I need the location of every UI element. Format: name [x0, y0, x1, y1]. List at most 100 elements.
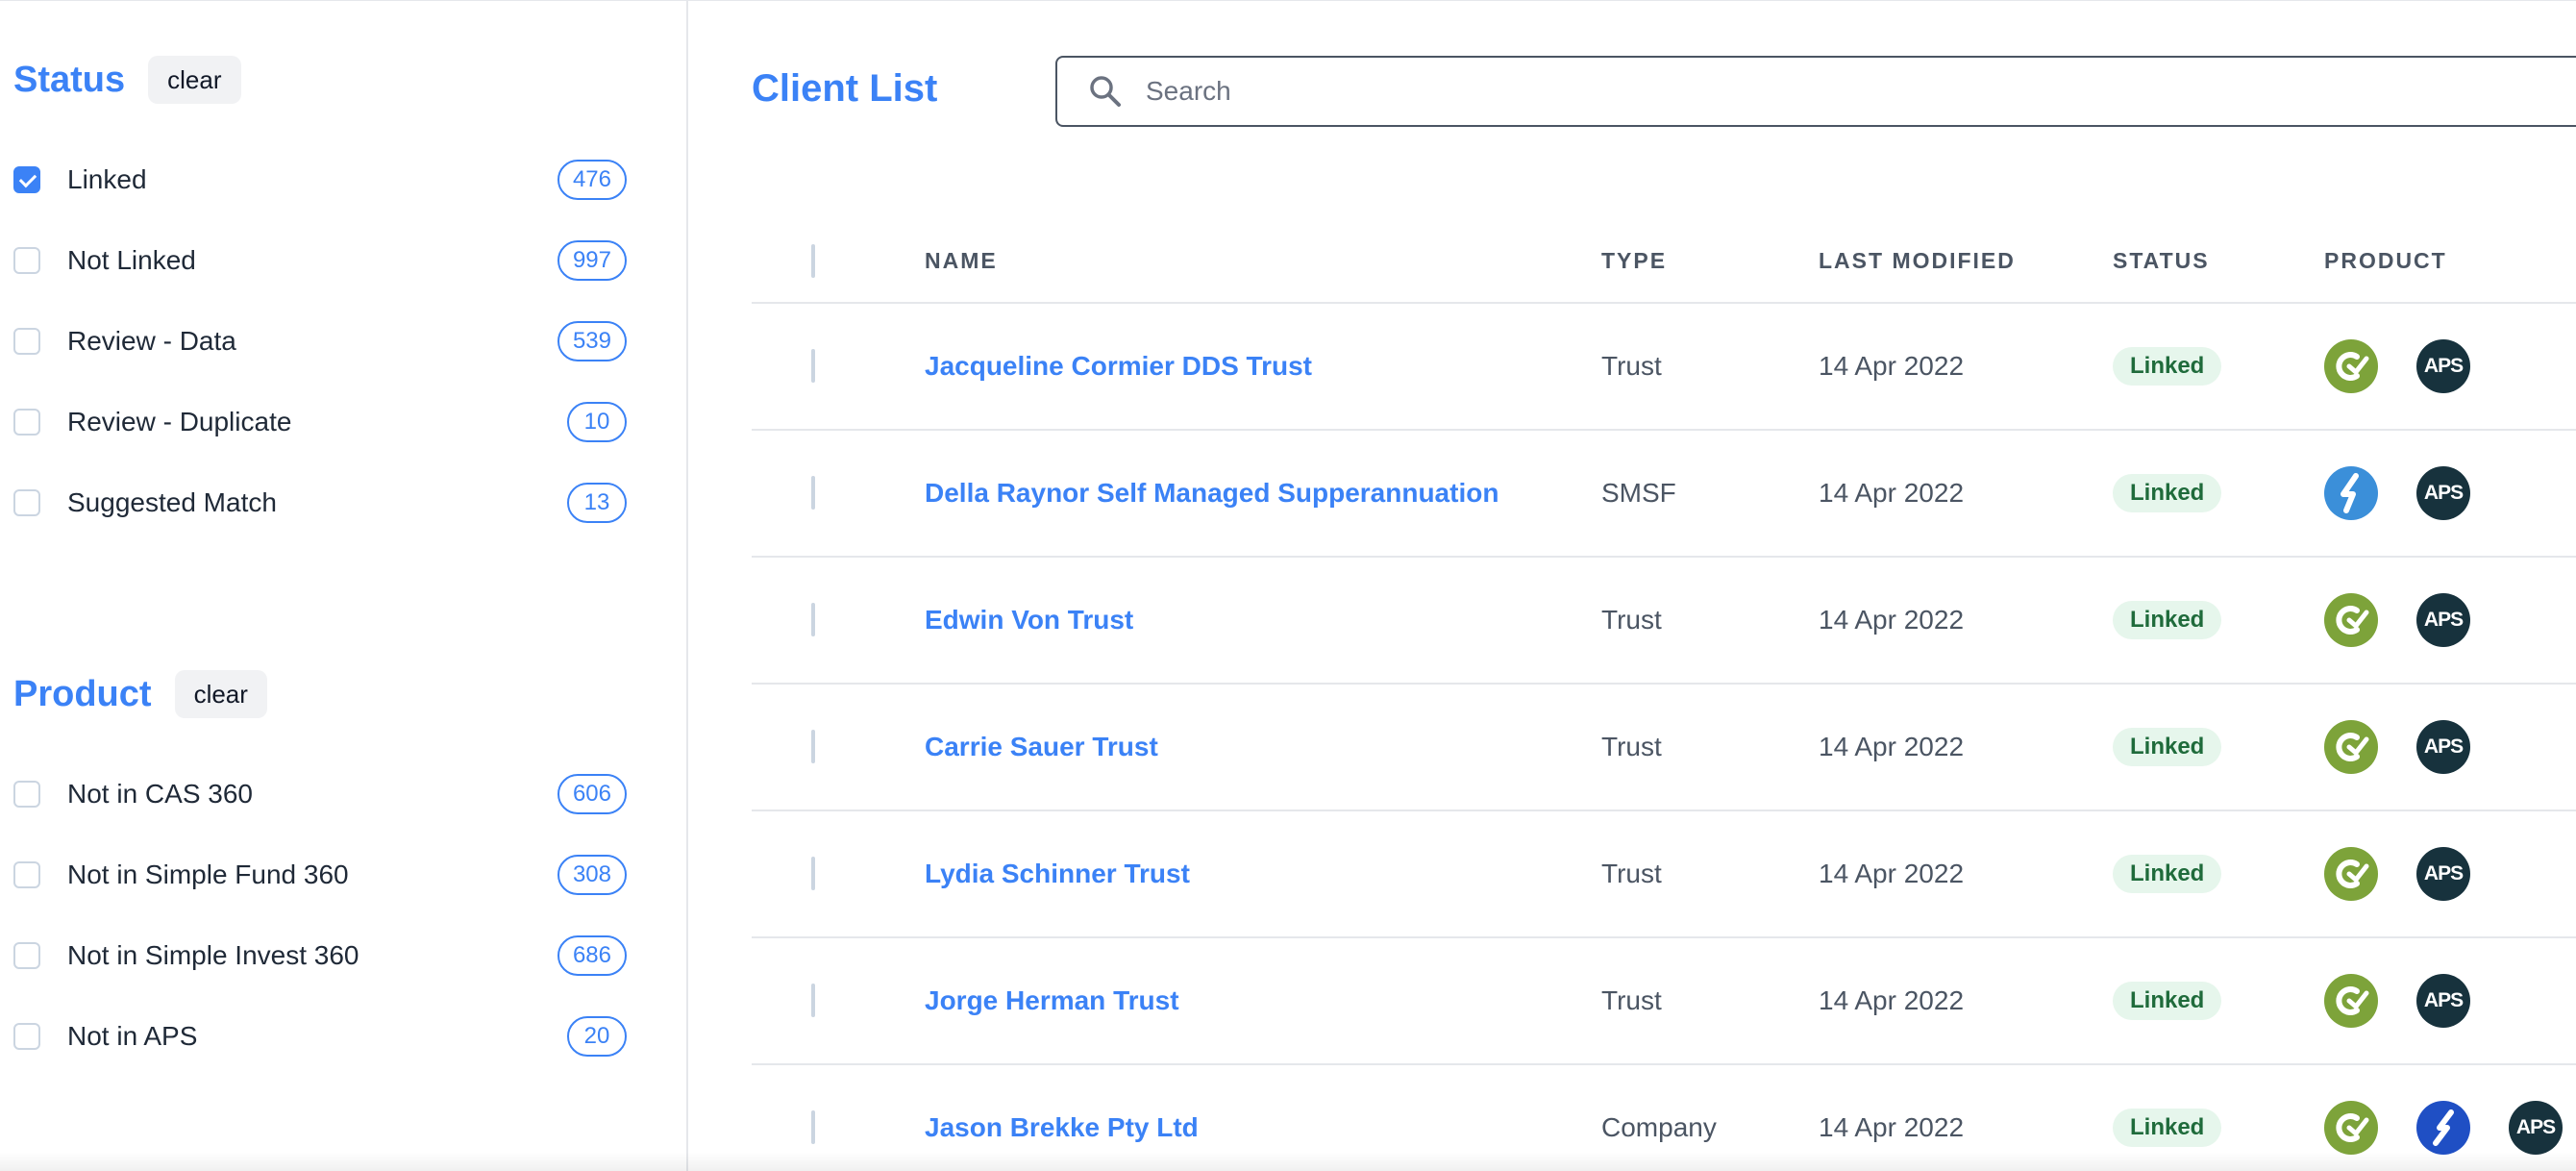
- checkbox-box: [811, 857, 815, 890]
- filter-checkbox[interactable]: [13, 247, 40, 274]
- last-modified-date: 14 Apr 2022: [1819, 732, 1965, 761]
- column-header-last-modified[interactable]: LAST MODIFIED: [1819, 248, 2016, 274]
- filter-option[interactable]: Review - Data 539: [13, 317, 627, 365]
- filter-checkbox[interactable]: [13, 328, 40, 355]
- status-filter-title: Status: [13, 59, 126, 100]
- search-icon: [1090, 76, 1121, 107]
- filter-option[interactable]: Linked 476: [13, 156, 627, 204]
- client-name-link[interactable]: Lydia Schinner Trust: [925, 859, 1190, 889]
- client-type: Company: [1601, 1112, 1717, 1142]
- client-name-link[interactable]: Carrie Sauer Trust: [925, 732, 1158, 762]
- cas-360-icon: [2324, 974, 2378, 1028]
- main-content: Client List NAME TYPE LAST MODIFIED STAT…: [688, 0, 2576, 1171]
- checkbox-box: [811, 349, 815, 383]
- select-all-checkbox[interactable]: [811, 244, 815, 278]
- filter-count-badge: 476: [557, 160, 627, 200]
- filter-checkbox[interactable]: [13, 166, 40, 193]
- filter-count-badge: 10: [567, 402, 627, 442]
- filter-option[interactable]: Suggested Match 13: [13, 479, 627, 527]
- table-header: NAME TYPE LAST MODIFIED STATUS PRODUCT: [752, 221, 2576, 304]
- app: Status clear Linked 476 Not Linked 997 Revie…: [0, 0, 2576, 1171]
- filter-checkbox[interactable]: [13, 781, 40, 808]
- product-icons: APS: [2324, 974, 2470, 1028]
- row-checkbox[interactable]: [811, 857, 815, 890]
- last-modified-date: 14 Apr 2022: [1819, 859, 1965, 888]
- filter-label: Review - Data: [67, 326, 236, 356]
- client-name-link[interactable]: Jorge Herman Trust: [925, 985, 1179, 1016]
- column-header-name[interactable]: NAME: [925, 248, 998, 274]
- filter-option[interactable]: Not in APS 20: [13, 1012, 627, 1060]
- product-clear-button[interactable]: clear: [174, 670, 267, 718]
- client-type: Trust: [1601, 605, 1662, 635]
- last-modified-date: 14 Apr 2022: [1819, 605, 1965, 635]
- filter-count-badge: 13: [567, 483, 627, 523]
- client-table: NAME TYPE LAST MODIFIED STATUS PRODUCT J…: [752, 221, 2576, 1171]
- table-row[interactable]: Lydia Schinner Trust Trust 14 Apr 2022 Link…: [752, 811, 2576, 938]
- bottom-scroll-shadow: [0, 1152, 2576, 1171]
- checkbox-box: [811, 476, 815, 510]
- status-badge: Linked: [2113, 601, 2222, 639]
- status-badge: Linked: [2113, 347, 2222, 386]
- column-header-type[interactable]: TYPE: [1601, 248, 1667, 274]
- filter-checkbox[interactable]: [13, 942, 40, 969]
- column-header-product[interactable]: PRODUCT: [2324, 248, 2447, 274]
- row-checkbox[interactable]: [811, 603, 815, 636]
- table-row[interactable]: Jacqueline Cormier DDS Trust Trust 14 Apr …: [752, 304, 2576, 431]
- row-checkbox[interactable]: [811, 349, 815, 383]
- client-name-link[interactable]: Della Raynor Self Managed Supperannuatio…: [925, 478, 1499, 509]
- aps-icon: APS: [2416, 847, 2470, 901]
- row-checkbox[interactable]: [811, 1110, 815, 1144]
- checkbox-box: [811, 1110, 815, 1144]
- filter-option[interactable]: Not in Simple Fund 360 308: [13, 851, 627, 899]
- status-filter-header: Status clear: [13, 56, 241, 104]
- status-badge: Linked: [2113, 474, 2222, 512]
- filter-label: Not in Simple Fund 360: [67, 860, 349, 889]
- filter-checkbox[interactable]: [13, 489, 40, 516]
- product-filter-title: Product: [13, 673, 152, 714]
- client-name-link[interactable]: Jacqueline Cormier DDS Trust: [925, 351, 1312, 382]
- column-header-status[interactable]: STATUS: [2113, 248, 2210, 274]
- cas-360-icon: [2324, 720, 2378, 774]
- checkbox-box: [811, 603, 815, 636]
- client-name-link[interactable]: Edwin Von Trust: [925, 605, 1133, 635]
- product-icons: APS: [2324, 466, 2470, 520]
- client-name-link[interactable]: Jason Brekke Pty Ltd: [925, 1112, 1199, 1143]
- aps-icon: APS: [2416, 593, 2470, 647]
- status-badge: Linked: [2113, 728, 2222, 766]
- product-filter-header: Product clear: [13, 670, 267, 718]
- filter-label: Linked: [67, 164, 147, 194]
- filter-label: Not in APS: [67, 1021, 198, 1051]
- filter-label: Not Linked: [67, 245, 196, 275]
- last-modified-date: 14 Apr 2022: [1819, 351, 1965, 381]
- filter-checkbox[interactable]: [13, 861, 40, 888]
- table-body: Jacqueline Cormier DDS Trust Trust 14 Apr …: [752, 304, 2576, 1171]
- filter-count-badge: 20: [567, 1016, 627, 1057]
- filter-checkbox[interactable]: [13, 1023, 40, 1050]
- page-title: Client List: [752, 67, 938, 110]
- product-icons: APS: [2324, 720, 2470, 774]
- row-checkbox[interactable]: [811, 730, 815, 763]
- status-badge: Linked: [2113, 855, 2222, 893]
- filter-option[interactable]: Not in Simple Invest 360 686: [13, 932, 627, 980]
- filter-option[interactable]: Not Linked 997: [13, 237, 627, 285]
- simple-invest-360-icon: [2416, 1101, 2470, 1155]
- table-row[interactable]: Carrie Sauer Trust Trust 14 Apr 2022 Linked…: [752, 685, 2576, 811]
- search-box[interactable]: [1055, 56, 2576, 127]
- aps-icon: APS: [2509, 1101, 2563, 1155]
- row-checkbox[interactable]: [811, 476, 815, 510]
- filter-label: Suggested Match: [67, 487, 277, 517]
- client-type: SMSF: [1601, 478, 1676, 508]
- table-row[interactable]: Jorge Herman Trust Trust 14 Apr 2022 Linked…: [752, 938, 2576, 1065]
- table-row[interactable]: Edwin Von Trust Trust 14 Apr 2022 Linked APS: [752, 558, 2576, 685]
- status-clear-button[interactable]: clear: [148, 56, 241, 104]
- row-checkbox[interactable]: [811, 984, 815, 1017]
- filter-option[interactable]: Review - Duplicate 10: [13, 398, 627, 446]
- filter-option[interactable]: Not in CAS 360 606: [13, 770, 627, 818]
- table-row[interactable]: Della Raynor Self Managed Supperannuatio…: [752, 431, 2576, 558]
- product-icons: APS: [2324, 339, 2470, 393]
- client-type: Trust: [1601, 859, 1662, 888]
- aps-icon: APS: [2416, 974, 2470, 1028]
- product-icons: APS: [2324, 593, 2470, 647]
- search-input[interactable]: [1144, 75, 2493, 108]
- filter-checkbox[interactable]: [13, 409, 40, 436]
